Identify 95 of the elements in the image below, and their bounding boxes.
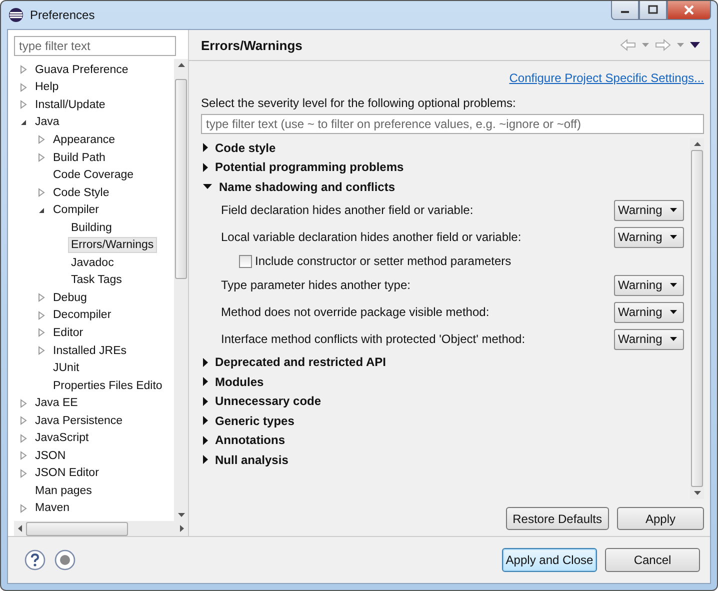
filter-field[interactable]: type filter text (use ~ to filter on preference values, e.g. ~ignore or ~off) bbox=[201, 114, 704, 134]
scroll-left-icon[interactable] bbox=[18, 525, 22, 532]
tree-item[interactable]: Java EE bbox=[32, 395, 81, 412]
collapse-icon[interactable] bbox=[203, 184, 212, 190]
caret-icon bbox=[670, 310, 677, 314]
severity-dropdown[interactable]: Warning bbox=[614, 328, 684, 350]
expand-icon[interactable] bbox=[203, 436, 208, 445]
scroll-right-icon[interactable] bbox=[180, 525, 184, 532]
record-icon[interactable] bbox=[54, 549, 76, 571]
option-label: Interface method conflicts with protected 'Object' method: bbox=[221, 332, 526, 346]
tree-item[interactable]: Compiler bbox=[50, 202, 102, 218]
tree-item[interactable]: JUnit bbox=[50, 360, 82, 376]
option-label: Method does not override package visible method: bbox=[221, 305, 490, 319]
window-title: Preferences bbox=[30, 8, 95, 22]
tree-item[interactable]: Decompiler bbox=[50, 307, 114, 324]
tree-item[interactable]: Code Coverage bbox=[50, 167, 137, 184]
expand-icon[interactable] bbox=[203, 162, 208, 172]
expand-icon[interactable] bbox=[203, 358, 208, 367]
scrollbar[interactable] bbox=[690, 138, 704, 499]
dropdown-icon[interactable] bbox=[677, 43, 684, 47]
tree-item[interactable]: Java bbox=[32, 114, 62, 130]
tree-item[interactable]: Building bbox=[68, 220, 115, 236]
caret-icon bbox=[670, 208, 677, 212]
collapse-icon[interactable] bbox=[38, 206, 45, 214]
help-icon[interactable] bbox=[24, 549, 46, 571]
caret-icon bbox=[670, 283, 677, 287]
tree-item[interactable]: Appearance bbox=[50, 132, 118, 148]
tree-item[interactable]: JSON Editor bbox=[32, 465, 102, 482]
section-header[interactable]: Generic types bbox=[215, 414, 294, 428]
tree-item[interactable]: Debug bbox=[50, 290, 90, 306]
severity-dropdown[interactable]: Warning bbox=[614, 226, 684, 248]
tree-item[interactable]: Install/Update bbox=[32, 96, 108, 113]
collapse-icon[interactable] bbox=[20, 118, 27, 126]
close-button[interactable] bbox=[667, 1, 711, 20]
option-label: Local variable declaration hides another field or variable: bbox=[221, 230, 522, 244]
severity-dropdown[interactable]: Warning bbox=[614, 200, 684, 220]
tree-item[interactable]: Java Persistence bbox=[32, 412, 126, 429]
section-header[interactable]: Deprecated and restricted API bbox=[215, 355, 386, 370]
scroll-down-icon[interactable] bbox=[178, 513, 184, 517]
tree-item[interactable]: Guava Preference bbox=[32, 62, 132, 78]
tree-item[interactable]: Build Path bbox=[50, 150, 108, 166]
option-label: Type parameter hides another type: bbox=[221, 278, 410, 292]
maximize-icon bbox=[648, 5, 658, 15]
section-header[interactable]: Potential programming problems bbox=[215, 160, 404, 174]
section-header[interactable]: Unnecessary code bbox=[215, 394, 322, 408]
scroll-up-icon[interactable] bbox=[694, 142, 700, 146]
checkbox-label[interactable]: Include constructor or setter method parameters bbox=[255, 254, 512, 268]
tree-item[interactable]: Code Style bbox=[50, 184, 112, 201]
expand-icon[interactable] bbox=[203, 377, 208, 386]
tree-item[interactable]: Help bbox=[32, 79, 62, 96]
tree-item[interactable]: JSON bbox=[32, 448, 69, 464]
tree-item[interactable]: JavaScript bbox=[32, 430, 92, 446]
page-title: Errors/Warnings bbox=[201, 38, 302, 52]
caret-icon bbox=[670, 235, 677, 239]
expand-icon[interactable] bbox=[203, 396, 208, 406]
expand-icon[interactable] bbox=[203, 455, 208, 464]
scroll-down-icon[interactable] bbox=[694, 491, 700, 495]
dropdown-icon[interactable] bbox=[642, 43, 649, 47]
back-icon[interactable] bbox=[620, 39, 636, 51]
scroll-up-icon[interactable] bbox=[178, 63, 184, 67]
configure-link[interactable]: Configure Project Specific Settings... bbox=[509, 71, 704, 85]
maximize-button[interactable] bbox=[639, 1, 667, 20]
option-label: Field declaration hides another field or variable: bbox=[221, 203, 474, 217]
tree-item[interactable]: Properties Files Edito bbox=[50, 378, 166, 394]
caret-icon bbox=[670, 337, 677, 341]
minimize-button[interactable] bbox=[611, 1, 639, 20]
tree-item[interactable]: Maven bbox=[32, 500, 73, 516]
dialog-button[interactable]: Cancel bbox=[605, 548, 700, 572]
scrollbar[interactable] bbox=[174, 59, 188, 521]
tree-item[interactable]: Errors/Warnings bbox=[68, 237, 157, 254]
tree-item[interactable]: Man pages bbox=[32, 482, 95, 499]
default-button[interactable]: Apply and Close bbox=[502, 548, 597, 572]
app-icon bbox=[8, 7, 24, 23]
expand-icon[interactable] bbox=[203, 143, 208, 152]
page-button[interactable]: Apply bbox=[617, 507, 704, 530]
tree-item[interactable]: Installed JREs bbox=[50, 342, 130, 359]
close-icon bbox=[683, 5, 695, 15]
tree-item[interactable]: Javadoc bbox=[68, 254, 117, 271]
section-header[interactable]: Null analysis bbox=[215, 452, 288, 467]
tree-item[interactable]: Editor bbox=[50, 324, 86, 341]
page-button[interactable]: Restore Defaults bbox=[506, 507, 609, 530]
horizontal-scrollbar[interactable] bbox=[14, 521, 188, 536]
view-menu-icon[interactable] bbox=[690, 42, 700, 48]
forward-icon[interactable] bbox=[655, 39, 671, 51]
filter-field[interactable]: type filter text bbox=[14, 36, 176, 56]
section-header[interactable]: Annotations bbox=[215, 433, 285, 448]
expand-icon[interactable] bbox=[203, 416, 208, 426]
severity-dropdown[interactable]: Warning bbox=[614, 274, 684, 296]
checkbox[interactable] bbox=[239, 254, 252, 268]
section-header[interactable]: Code style bbox=[215, 140, 276, 155]
tree-item[interactable]: Task Tags bbox=[68, 272, 125, 288]
section-header[interactable]: Name shadowing and conflicts bbox=[219, 180, 396, 194]
severity-dropdown[interactable]: Warning bbox=[614, 302, 684, 322]
section-header[interactable]: Modules bbox=[215, 374, 264, 389]
intro-text: Select the severity level for the following optional problems: bbox=[201, 96, 517, 110]
